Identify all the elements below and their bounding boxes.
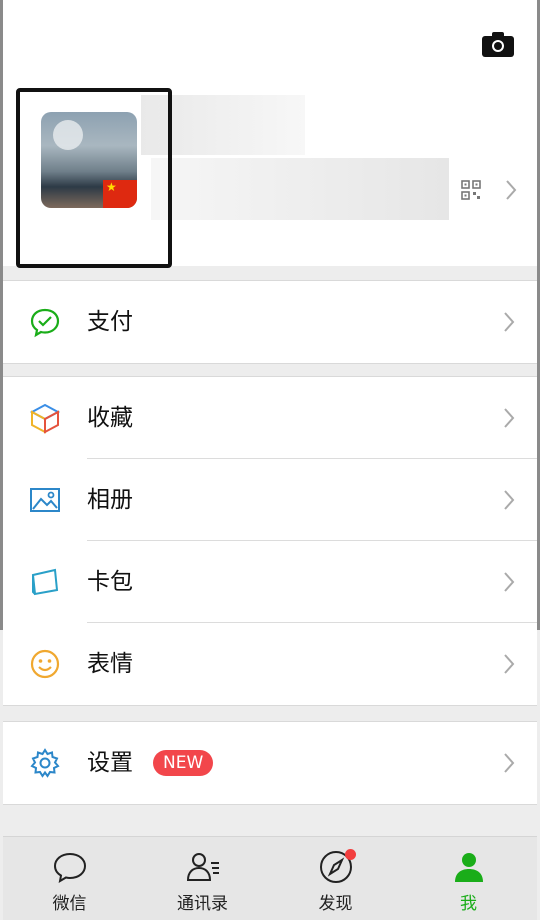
chevron-right-icon [504, 753, 515, 773]
tab-label-discover: 发现 [318, 894, 353, 914]
avatar-highlight-frame [16, 88, 172, 268]
menu-item-pay[interactable]: 支付 [3, 281, 537, 363]
card-icon [31, 568, 59, 596]
tab-me[interactable]: 我 [402, 837, 535, 920]
gear-icon [30, 748, 60, 778]
chevron-right-icon [504, 572, 515, 592]
smile-icon [30, 649, 60, 679]
menu-label-stickers: 表情 [87, 651, 133, 677]
menu-group-main: 收藏 相册 卡包 表情 [3, 376, 537, 706]
menu-item-settings[interactable]: 设置 NEW [3, 722, 537, 804]
tab-label-chats: 微信 [52, 894, 87, 914]
menu-label-pay: 支付 [87, 309, 133, 335]
image-icon [30, 488, 60, 512]
menu-label-album: 相册 [87, 487, 133, 513]
tab-chats[interactable]: 微信 [3, 837, 136, 920]
chevron-right-icon [504, 654, 515, 674]
menu-group-settings: 设置 NEW [3, 721, 537, 805]
camera-icon[interactable] [481, 30, 515, 58]
wechat-id-blurred [151, 158, 449, 220]
chevron-right-icon [504, 312, 515, 332]
menu-label-settings: 设置 [87, 750, 133, 776]
tab-label-contacts: 通讯录 [177, 894, 228, 914]
tab-contacts[interactable]: 通讯录 [136, 837, 269, 920]
tab-discover[interactable]: 发现 [269, 837, 402, 920]
chevron-right-icon [506, 180, 517, 200]
tab-label-me: 我 [460, 894, 477, 914]
menu-item-stickers[interactable]: 表情 [3, 623, 537, 705]
menu-item-cards[interactable]: 卡包 [3, 541, 537, 623]
menu-label-cards: 卡包 [87, 569, 133, 595]
menu-item-favorites[interactable]: 收藏 [3, 377, 537, 459]
chat-bubble-icon [53, 852, 86, 883]
menu-label-favorites: 收藏 [87, 405, 133, 431]
menu-group-pay: 支付 [3, 280, 537, 364]
person-icon [454, 853, 483, 882]
cube-icon [29, 403, 61, 434]
qr-code-icon[interactable] [461, 180, 481, 200]
wallet-icon [30, 308, 60, 338]
chevron-right-icon [504, 408, 515, 428]
bottom-tab-bar: 微信 通讯录 发现 我 [3, 836, 537, 920]
new-badge: NEW [153, 750, 214, 776]
contacts-icon [186, 853, 219, 881]
chevron-right-icon [504, 490, 515, 510]
notification-dot [345, 849, 356, 860]
menu-item-album[interactable]: 相册 [3, 459, 537, 541]
